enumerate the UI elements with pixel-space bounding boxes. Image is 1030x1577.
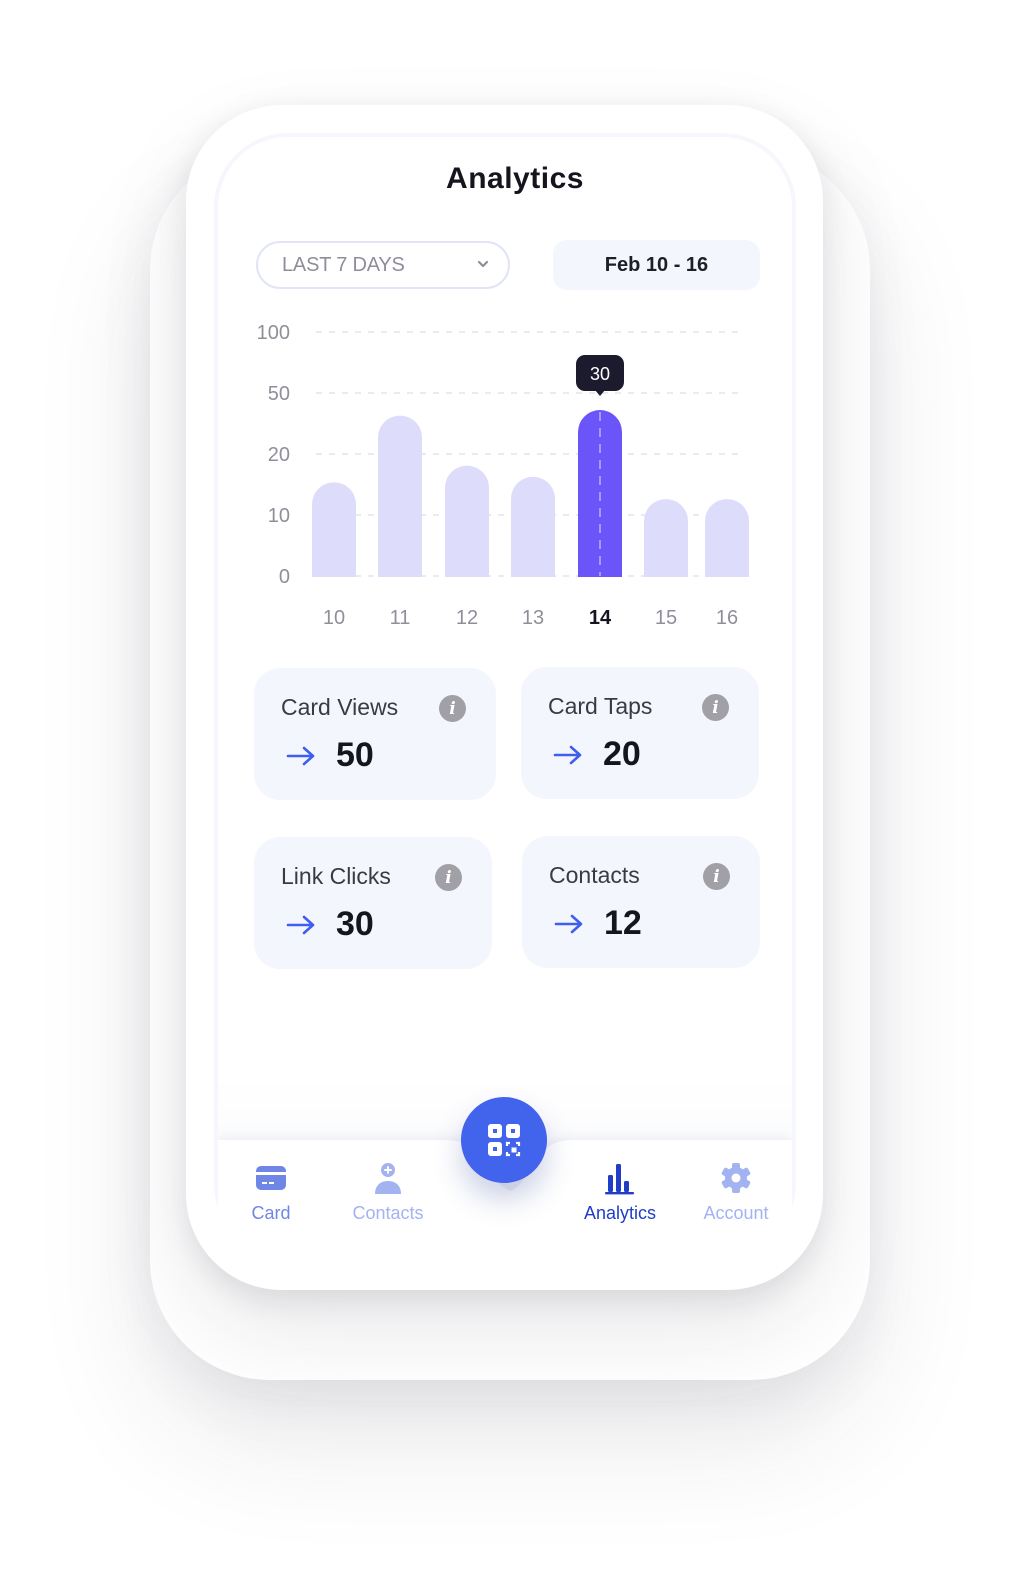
bar-chart-icon: [605, 1164, 634, 1195]
stat-label: Card Views: [281, 694, 399, 720]
bar-15: [644, 499, 688, 577]
date-range-dropdown[interactable]: LAST 7 DAYS: [256, 241, 510, 289]
nav-label: Contacts: [352, 1203, 424, 1223]
bar-16: [705, 499, 749, 577]
chevron-down-icon: [477, 260, 489, 268]
dropdown-selected-value: LAST 7 DAYS: [282, 253, 405, 276]
nav-item-card[interactable]: Card: [216, 1139, 326, 1224]
stat-value: 30: [336, 905, 374, 943]
nav-label: Analytics: [583, 1203, 657, 1223]
stat-card-card-taps[interactable]: Card Taps i 20: [521, 667, 759, 799]
nav-item-analytics[interactable]: Analytics: [565, 1139, 675, 1224]
nav-item-contacts[interactable]: Contacts: [333, 1139, 443, 1224]
nav-label: Account: [703, 1203, 769, 1223]
x-tick-label: 15: [655, 607, 677, 629]
add-contact-icon: [375, 1163, 401, 1194]
x-tick-label: 10: [323, 607, 345, 629]
y-tick-label: 10: [268, 505, 290, 527]
stat-card-contacts[interactable]: Contacts i 12: [522, 836, 760, 968]
y-tick-label: 20: [268, 444, 290, 466]
info-icon[interactable]: i: [702, 694, 729, 721]
arrow-right-icon: [286, 915, 315, 935]
arrow-right-icon: [554, 914, 583, 934]
y-tick-label: 0: [279, 566, 290, 588]
x-tick-label: 12: [456, 607, 478, 629]
nav-item-account[interactable]: Account: [681, 1139, 791, 1224]
bar-13: [511, 476, 555, 577]
info-icon[interactable]: i: [435, 864, 462, 891]
credit-card-icon: [256, 1166, 286, 1190]
stat-value: 50: [336, 736, 374, 774]
y-tick-label: 100: [257, 322, 290, 344]
bar-12: [445, 465, 489, 577]
chart-svg: 100502010010 11 12 13 143015 16: [257, 322, 749, 629]
x-tick-label: 11: [390, 607, 411, 629]
stat-value: 20: [603, 735, 641, 773]
stat-label: Card Taps: [548, 693, 653, 719]
date-range-label[interactable]: Feb 10 - 16: [553, 240, 760, 290]
stat-card-link-clicks[interactable]: Link Clicks i 30: [254, 837, 492, 969]
info-icon[interactable]: i: [703, 863, 730, 890]
stat-card-card-views[interactable]: Card Views i 50: [254, 668, 496, 800]
scan-qr-button[interactable]: [461, 1097, 547, 1183]
page-title: Analytics: [446, 162, 584, 195]
tooltip-value: 30: [590, 364, 610, 384]
x-tick-label: 14: [589, 607, 612, 629]
arrow-right-icon: [553, 745, 582, 765]
stat-label: Link Clicks: [281, 863, 391, 889]
info-icon[interactable]: i: [439, 695, 466, 722]
stat-label: Contacts: [549, 862, 640, 888]
analytics-bar-chart: 100 50 20 10 0 10 11 12 13 14 30 15 16: [240, 310, 780, 650]
bar-10: [312, 482, 356, 577]
nav-label: Card: [251, 1203, 291, 1223]
qr-code-icon: [488, 1124, 521, 1157]
bar-11: [378, 415, 422, 577]
stat-value: 12: [604, 904, 642, 942]
x-tick-label: 16: [716, 607, 738, 629]
gear-icon: [721, 1163, 751, 1193]
y-tick-label: 50: [268, 383, 290, 405]
x-tick-label: 13: [522, 607, 544, 629]
arrow-right-icon: [286, 746, 315, 766]
